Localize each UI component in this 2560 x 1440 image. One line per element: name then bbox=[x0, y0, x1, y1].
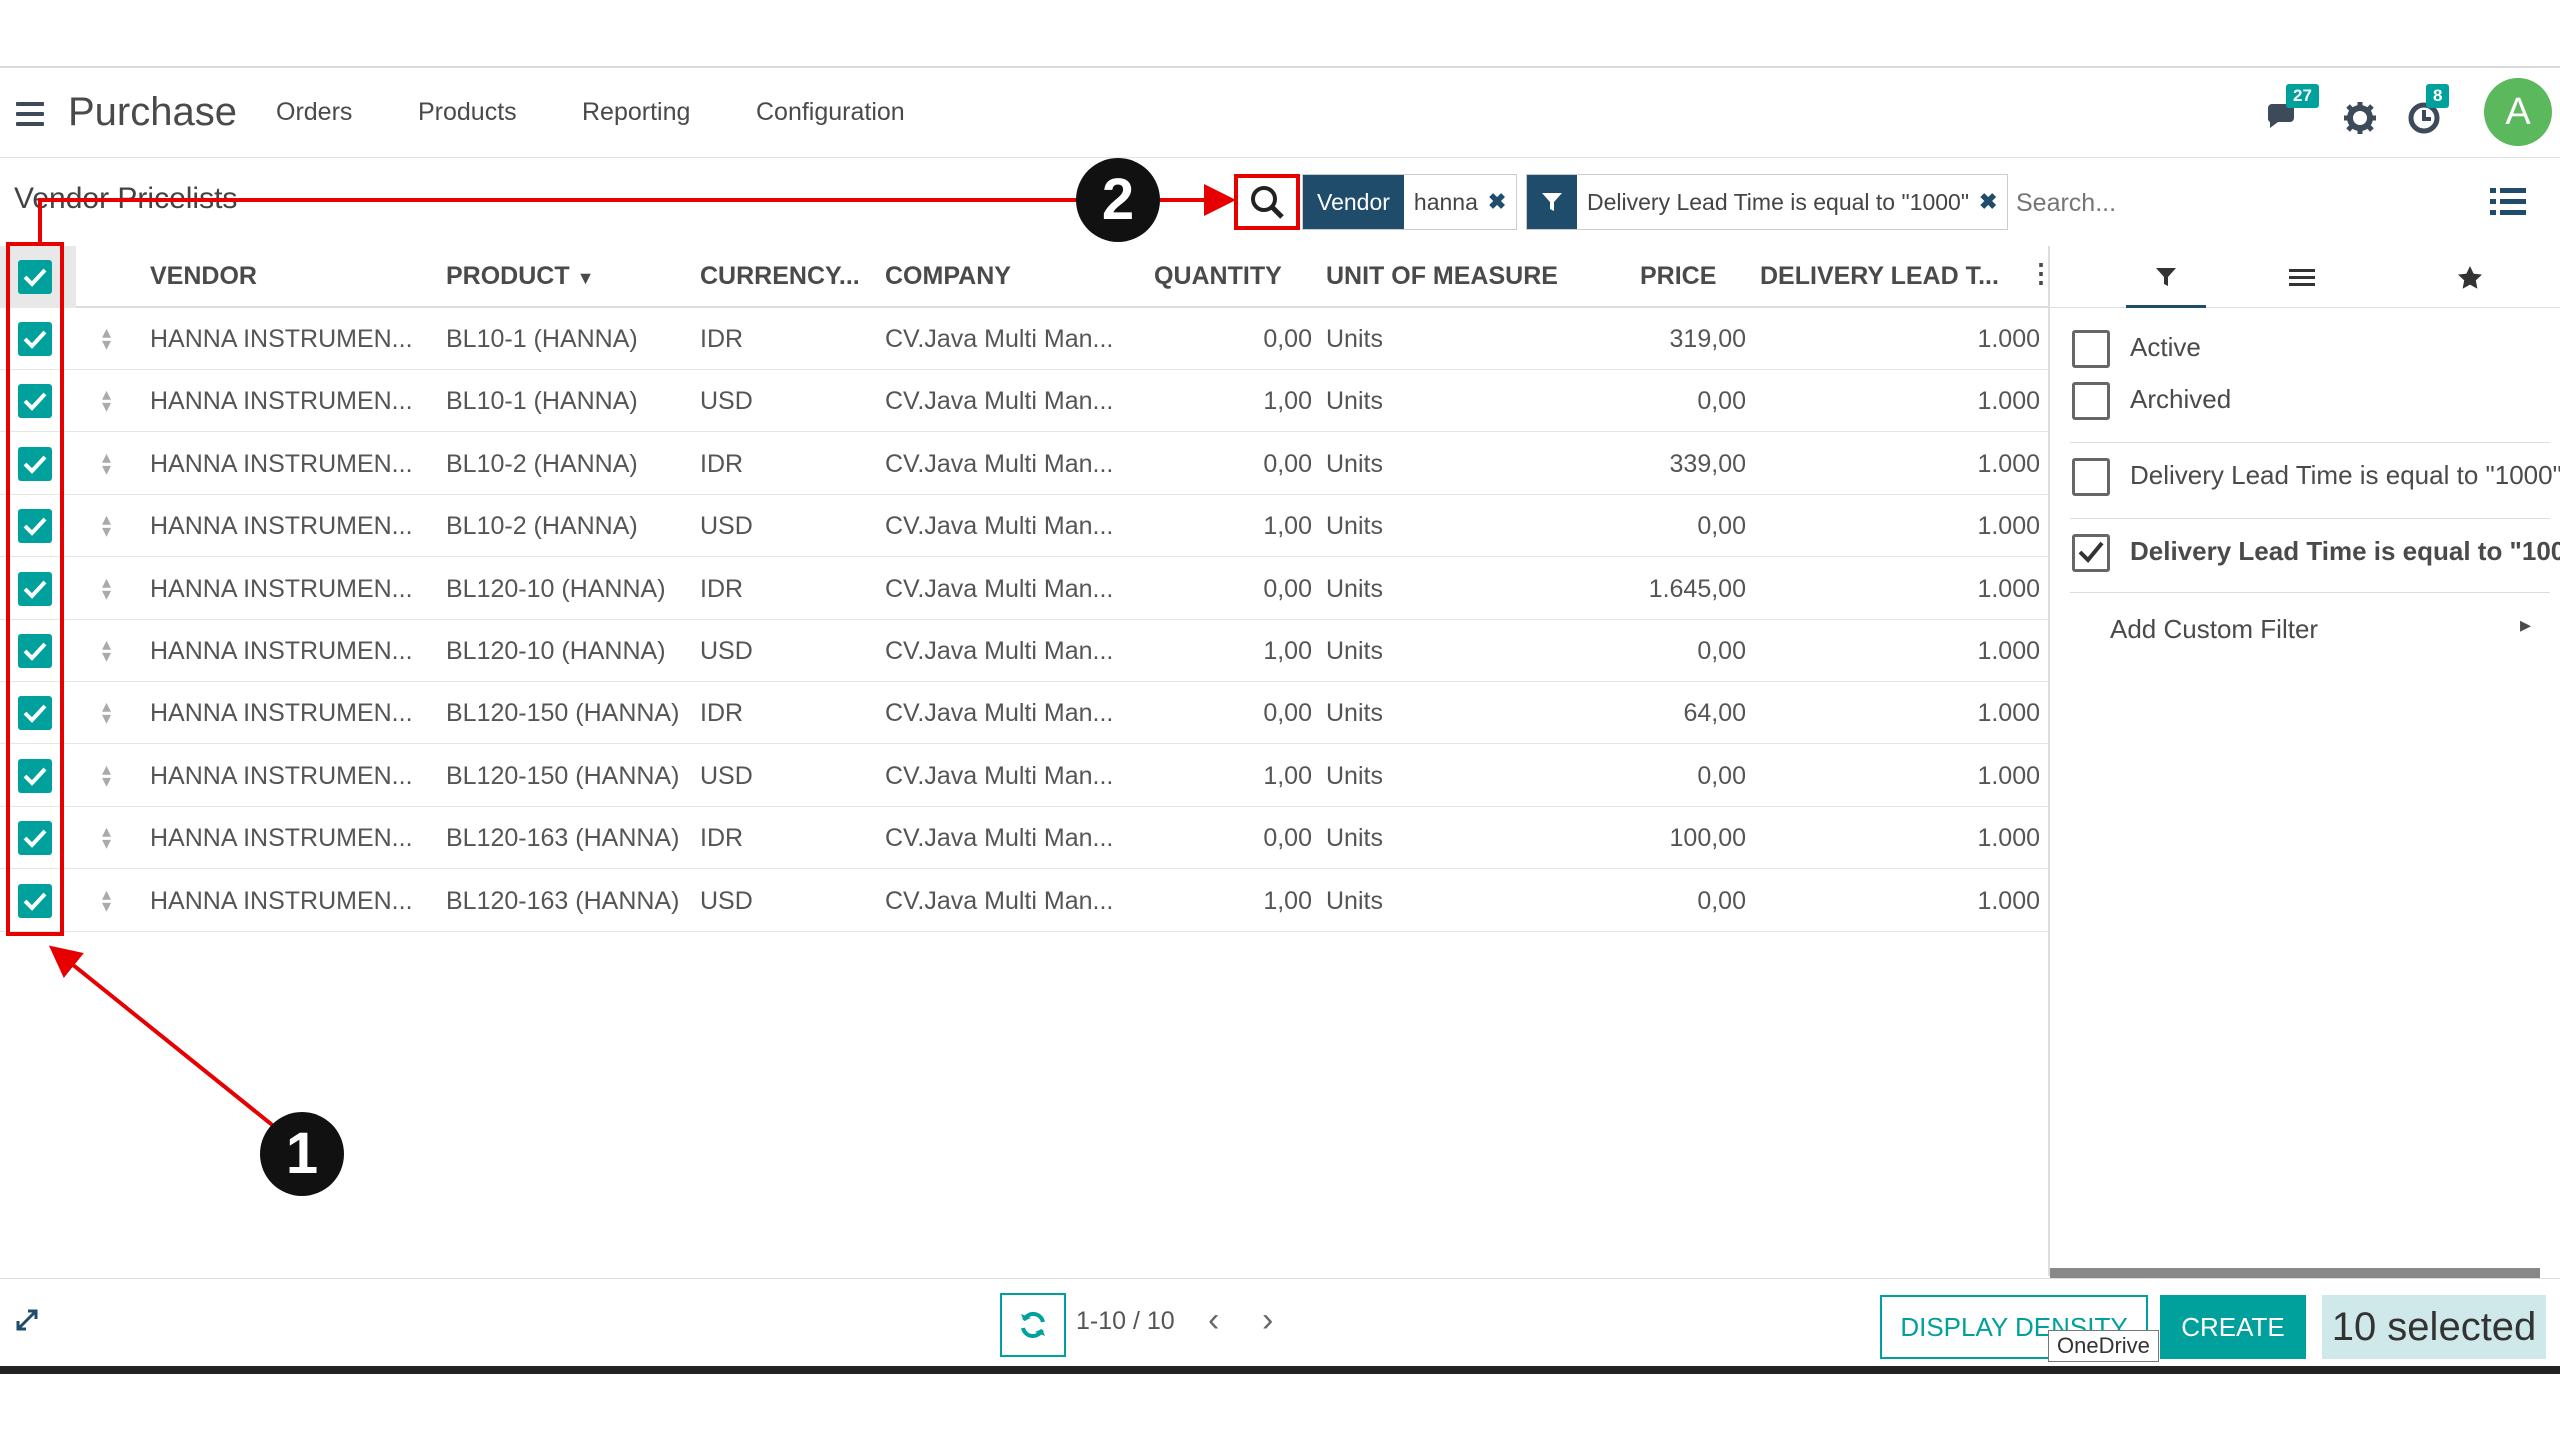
annotation-arrows bbox=[38, 184, 1236, 1130]
annotation-callout-2: 2 bbox=[1076, 158, 1160, 242]
annotation-callout-1: 1 bbox=[260, 1112, 344, 1196]
